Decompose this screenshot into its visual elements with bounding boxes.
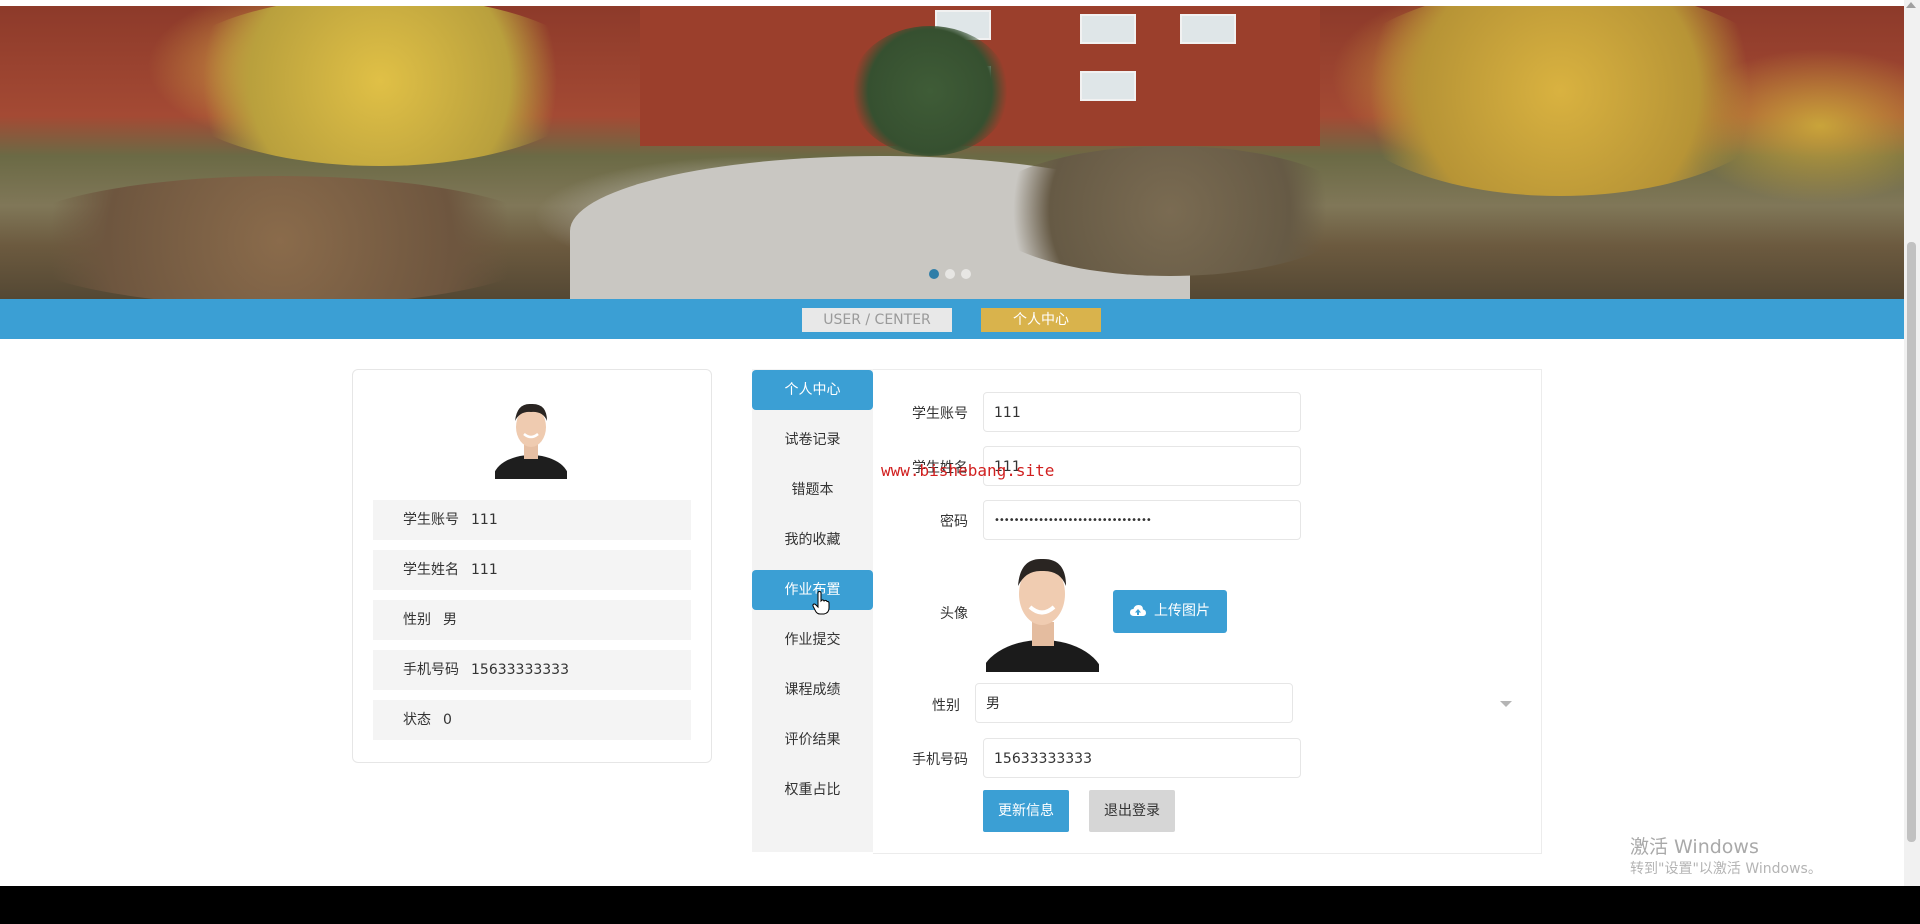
profile-row-value: 15633333333 bbox=[471, 662, 569, 678]
profile-row-name: 学生姓名 111 bbox=[373, 550, 691, 590]
password-label: 密码 bbox=[940, 514, 968, 530]
account-label: 学生账号 bbox=[912, 406, 968, 422]
banner-tree bbox=[1330, 6, 1790, 196]
section-title-bar bbox=[0, 299, 1904, 339]
section-title-cn: 个人中心 bbox=[981, 308, 1101, 332]
hand-cursor-icon bbox=[812, 591, 830, 615]
phone-input[interactable]: 15633333333 bbox=[983, 738, 1301, 778]
upload-image-button[interactable]: 上传图片 bbox=[1113, 590, 1227, 633]
update-info-button[interactable]: 更新信息 bbox=[983, 790, 1069, 832]
profile-row-label: 性别 bbox=[403, 612, 431, 628]
carousel-dot[interactable] bbox=[961, 269, 971, 279]
banner-window bbox=[1080, 14, 1136, 44]
profile-row-value: 111 bbox=[471, 562, 498, 578]
scrollbar-thumb[interactable] bbox=[1907, 242, 1916, 842]
upload-image-label: 上传图片 bbox=[1154, 603, 1210, 619]
menu-item-favorites[interactable]: 我的收藏 bbox=[752, 520, 873, 560]
banner-window bbox=[1080, 71, 1136, 101]
carousel-dot[interactable] bbox=[945, 269, 955, 279]
gender-select[interactable]: 男 bbox=[975, 683, 1293, 723]
chevron-down-icon[interactable] bbox=[1500, 701, 1512, 707]
password-input[interactable]: •••••••••••••••••••••••••••••••• bbox=[983, 500, 1301, 540]
scroll-up-icon[interactable] bbox=[1906, 2, 1916, 8]
menu-item-course-grades[interactable]: 课程成绩 bbox=[752, 670, 873, 710]
profile-row-status: 状态 0 bbox=[373, 700, 691, 740]
windows-activation-title: 激活 Windows bbox=[1630, 836, 1759, 858]
profile-row-label: 学生账号 bbox=[403, 512, 459, 528]
phone-label: 手机号码 bbox=[912, 752, 968, 768]
profile-row-value: 0 bbox=[443, 712, 452, 728]
carousel-dot[interactable] bbox=[929, 269, 939, 279]
cloud-upload-icon bbox=[1130, 605, 1146, 616]
avatar-label: 头像 bbox=[940, 606, 968, 622]
banner-tree bbox=[160, 6, 600, 166]
footer-bar bbox=[0, 886, 1920, 924]
profile-row-value: 111 bbox=[471, 512, 498, 528]
menu-item-evaluation-results[interactable]: 评价结果 bbox=[752, 720, 873, 760]
menu-item-personal-center[interactable]: 个人中心 bbox=[752, 370, 873, 410]
logout-button[interactable]: 退出登录 bbox=[1089, 790, 1175, 832]
profile-row-phone: 手机号码 15633333333 bbox=[373, 650, 691, 690]
menu-item-weight-ratio[interactable]: 权重占比 bbox=[752, 770, 873, 810]
site-watermark: www.bishebang.site bbox=[881, 461, 1055, 480]
menu-item-wrong-questions[interactable]: 错题本 bbox=[752, 470, 873, 510]
carousel-dots bbox=[929, 269, 971, 279]
profile-row-account: 学生账号 111 bbox=[373, 500, 691, 540]
banner-carousel bbox=[0, 6, 1904, 299]
profile-row-label: 学生姓名 bbox=[403, 562, 459, 578]
menu-item-exam-records[interactable]: 试卷记录 bbox=[752, 420, 873, 460]
profile-row-value: 男 bbox=[443, 612, 457, 628]
profile-row-label: 手机号码 bbox=[403, 662, 459, 678]
account-input[interactable]: 111 bbox=[983, 392, 1301, 432]
avatar bbox=[495, 403, 567, 479]
banner-tree bbox=[850, 26, 1010, 156]
gender-label: 性别 bbox=[932, 698, 960, 714]
banner-shrubs bbox=[980, 146, 1360, 276]
avatar-preview bbox=[986, 552, 1099, 672]
section-title-en: USER / CENTER bbox=[802, 308, 952, 332]
banner-shrubs bbox=[0, 176, 560, 299]
profile-row-gender: 性别男 bbox=[373, 600, 691, 640]
profile-row-label: 状态 bbox=[403, 712, 431, 728]
windows-activation-subtitle: 转到"设置"以激活 Windows。 bbox=[1630, 861, 1822, 877]
banner-window bbox=[1180, 14, 1236, 44]
menu-item-homework-submit[interactable]: 作业提交 bbox=[752, 620, 873, 660]
